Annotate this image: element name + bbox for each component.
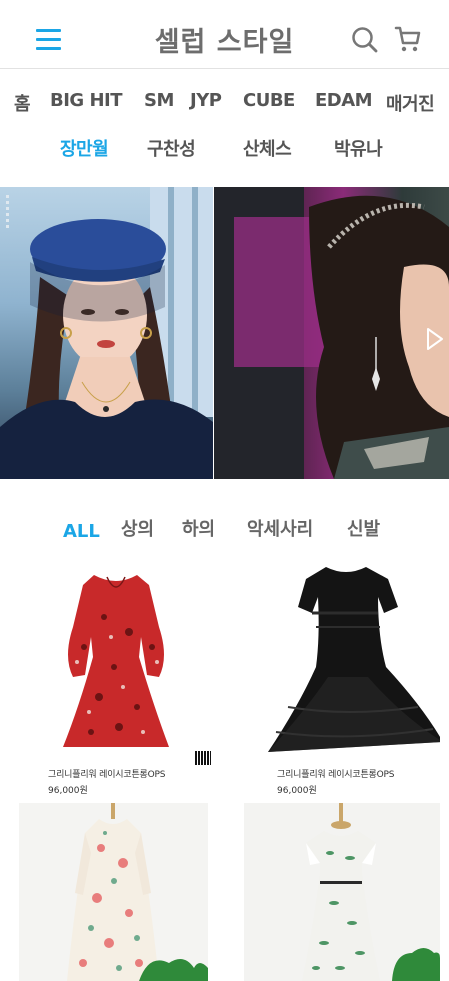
nav-item-jyp[interactable]: JYP xyxy=(190,90,222,111)
qr-code xyxy=(195,751,211,765)
product-image[interactable] xyxy=(19,803,208,981)
search-icon[interactable] xyxy=(350,25,380,55)
nav-item-home[interactable]: 홈 xyxy=(14,90,31,116)
banner-image-left[interactable] xyxy=(0,187,213,479)
tab-all[interactable]: ALL xyxy=(63,521,100,542)
tab-tops[interactable]: 상의 xyxy=(121,515,154,541)
product-card[interactable] xyxy=(244,803,440,981)
category-nav: 홈 BIG HIT SM JYP CUBE EDAM 매거진 장만월 구찬성 산… xyxy=(0,80,449,175)
banner-image-right[interactable] xyxy=(214,187,449,479)
product-image[interactable] xyxy=(244,803,440,981)
nav-item-sm[interactable]: SM xyxy=(144,90,174,111)
nav-item-jangmanwol[interactable]: 장만월 xyxy=(60,135,109,161)
tab-bottoms[interactable]: 하의 xyxy=(182,515,215,541)
tab-shoes[interactable]: 신발 xyxy=(347,515,380,541)
product-card[interactable]: 그리니플리워 레이시코튼롱OPS 96,000원 xyxy=(228,557,440,797)
banner-side-indicator xyxy=(6,195,10,235)
nav-item-bighit[interactable]: BIG HIT xyxy=(50,90,123,111)
product-image[interactable] xyxy=(19,557,213,762)
product-card[interactable]: 그리니플리워 레이시코튼롱OPS 96,000원 xyxy=(19,557,213,797)
nav-item-magazine[interactable]: 매거진 xyxy=(386,90,435,116)
nav-item-sanchez[interactable]: 산체스 xyxy=(243,135,292,161)
product-image[interactable] xyxy=(228,557,440,762)
banner-carousel[interactable] xyxy=(0,187,449,479)
page-title: 셀럽 스타일 xyxy=(154,27,295,58)
carousel-next-arrow-icon[interactable] xyxy=(424,326,446,352)
product-name: 그리니플리워 레이시코튼롱OPS xyxy=(48,770,166,780)
app-header: 셀럽 스타일 xyxy=(0,0,449,69)
cart-icon[interactable] xyxy=(393,24,423,54)
tab-accessories[interactable]: 악세사리 xyxy=(247,515,313,541)
product-price: 96,000원 xyxy=(48,786,88,796)
nav-item-edam[interactable]: EDAM xyxy=(315,90,373,111)
product-card[interactable] xyxy=(19,803,208,981)
product-price: 96,000원 xyxy=(277,786,317,796)
nav-item-guchanseong[interactable]: 구찬성 xyxy=(147,135,196,161)
product-category-tabs: ALL 상의 하의 악세사리 신발 xyxy=(0,515,449,547)
nav-item-parkyuna[interactable]: 박유나 xyxy=(334,135,383,161)
product-name: 그리니플리워 레이시코튼롱OPS xyxy=(277,770,395,780)
nav-item-cube[interactable]: CUBE xyxy=(243,90,295,111)
